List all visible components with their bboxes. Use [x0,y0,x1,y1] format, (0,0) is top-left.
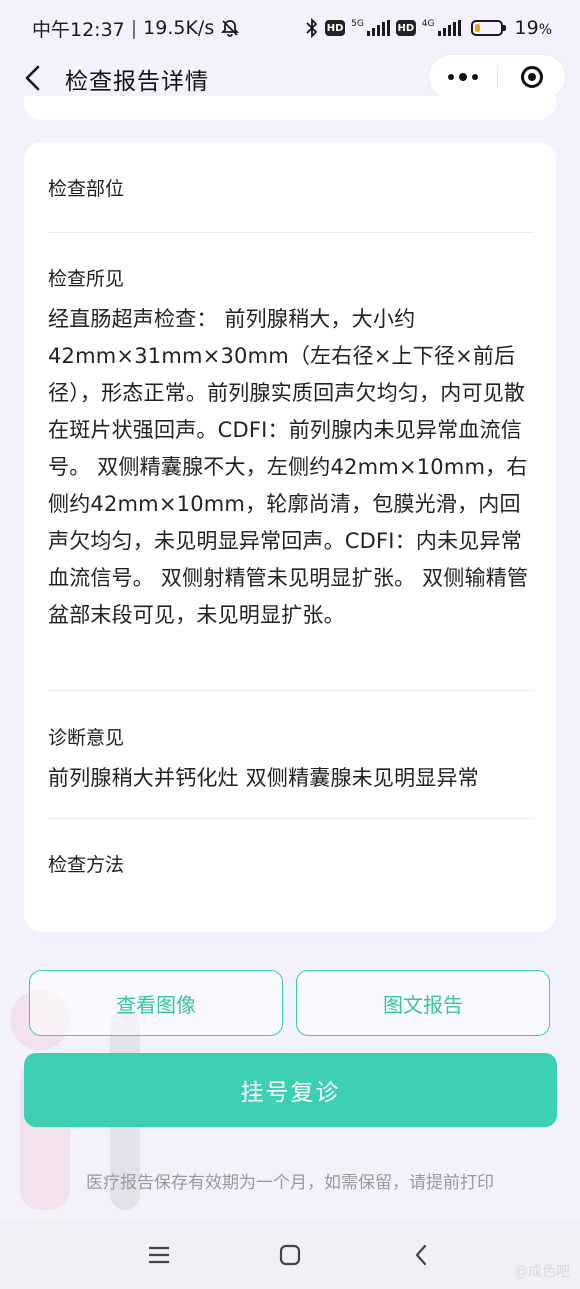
menu-icon[interactable] [144,1240,174,1270]
divider [48,690,534,691]
view-images-button[interactable]: 查看图像 [29,970,283,1036]
section-exam-site: 检查部位 [48,174,534,201]
divider [48,818,534,819]
section-method: 检查方法 [48,850,534,877]
bluetooth-icon [306,18,318,38]
signal-bars-2-icon [437,20,461,36]
back-icon[interactable] [406,1240,436,1270]
section-label: 检查方法 [48,854,125,876]
text-report-button[interactable]: 图文报告 [296,970,550,1036]
status-bar: 中午12:37 | 19.5K/s HD 5G HD 4G 19% [0,0,580,56]
dot-icon [472,74,478,80]
more-button[interactable] [429,73,497,81]
hd-badge-1: HD [325,20,346,36]
diagnosis-text: 前列腺稍大并钙化灶 双侧精囊腺未见明显异常 [48,766,479,790]
system-nav-bar: @成色吧 [0,1220,580,1289]
findings-text: 经直肠超声检查： 前列腺稍大，大小约42mm×31mm×30mm（左右径×上下径… [48,307,529,627]
retention-notice: 医疗报告保存有效期为一个月，如需保留，请提前打印 [86,1173,494,1193]
section-label: 检查所见 [48,268,125,290]
battery-fill [474,24,480,32]
hd-badge-2: HD [395,20,416,36]
section-label: 检查部位 [48,178,125,200]
previous-card-edge [24,96,556,120]
back-arrow-icon[interactable] [20,62,48,94]
mini-program-capsule [428,54,566,100]
close-button[interactable] [498,66,565,88]
net-type-1: 5G [351,18,364,29]
battery-percent: 19% [514,17,553,39]
network-speed: 19.5K/s [143,17,215,39]
dot-icon [459,73,467,81]
report-card: 检查部位 检查所见 经直肠超声检查： 前列腺稍大，大小约42mm×31mm×30… [24,142,556,932]
divider [48,232,534,233]
status-time: 中午12:37 [32,18,125,41]
home-icon[interactable] [275,1240,305,1270]
status-separator: | [130,17,138,39]
watermark: @成色吧 [514,1264,570,1280]
section-label: 诊断意见 [48,727,125,749]
section-findings: 检查所见 经直肠超声检查： 前列腺稍大，大小约42mm×31mm×30mm（左右… [48,264,534,634]
section-diagnosis: 诊断意见 前列腺稍大并钙化灶 双侧精囊腺未见明显异常 [48,723,534,797]
battery-icon [470,20,506,36]
register-revisit-button[interactable]: 挂号复诊 [24,1053,557,1127]
bell-off-icon [221,20,240,37]
page-title: 检查报告详情 [65,69,209,95]
signal-bars-icon [366,20,390,36]
dot-icon [448,74,454,80]
net-type-2: 4G [421,18,435,29]
target-icon [520,66,543,88]
